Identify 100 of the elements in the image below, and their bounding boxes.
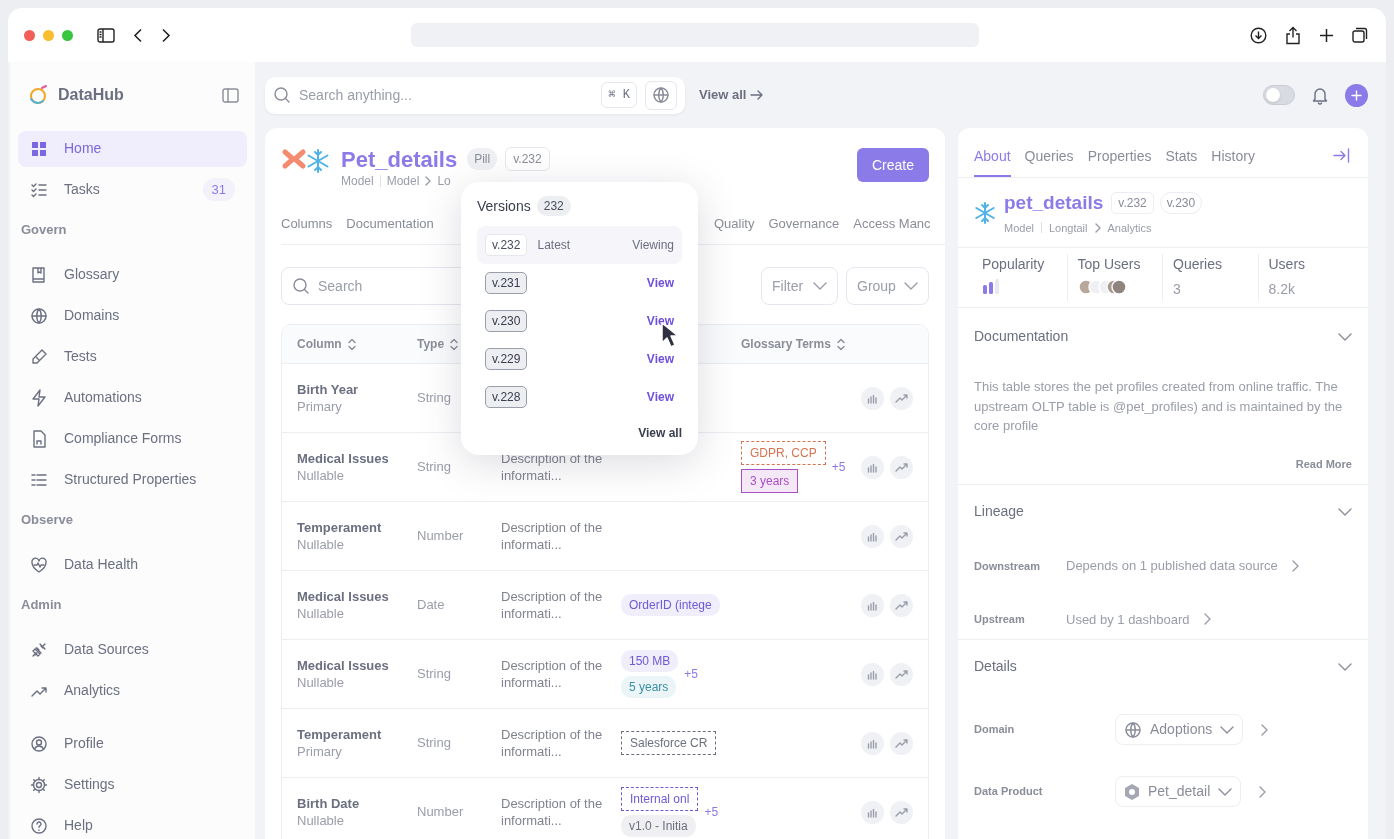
- tabs-overview-icon[interactable]: [1352, 27, 1368, 43]
- breadcrumb-item[interactable]: Model: [341, 172, 374, 190]
- trend-button[interactable]: [890, 593, 913, 617]
- tab[interactable]: Access Manc: [853, 214, 931, 234]
- stats-button[interactable]: [861, 731, 884, 755]
- stats-button[interactable]: [861, 455, 884, 479]
- column-header[interactable]: Column: [297, 335, 417, 353]
- tag[interactable]: GDPR, CCP: [741, 441, 826, 465]
- version-row[interactable]: v.232 Latest Viewing: [477, 226, 682, 264]
- trend-button[interactable]: [890, 731, 913, 755]
- chevron-down-icon[interactable]: [1338, 662, 1352, 671]
- view-all-link[interactable]: View all: [699, 85, 764, 105]
- domain-dropdown[interactable]: Adoptions: [1115, 714, 1244, 745]
- tab[interactable]: About: [974, 146, 1011, 177]
- new-tab-icon[interactable]: [1319, 27, 1334, 43]
- lineage-link[interactable]: Used by 1 dashboard: [1066, 609, 1211, 629]
- chevron-right-icon[interactable]: [1261, 723, 1269, 736]
- breadcrumb-item[interactable]: Analytics: [1107, 219, 1152, 236]
- read-more-link[interactable]: Read More: [1295, 455, 1352, 472]
- sidebar-item[interactable]: Tasks 31: [18, 171, 247, 208]
- view-link[interactable]: View: [646, 388, 674, 406]
- bell-icon[interactable]: [1311, 85, 1329, 105]
- collapse-sidebar-icon[interactable]: [222, 87, 239, 103]
- stats-button[interactable]: [861, 662, 884, 686]
- breadcrumb-item[interactable]: Lo: [437, 172, 451, 190]
- section-title[interactable]: Details: [974, 656, 1017, 677]
- tag[interactable]: v1.0 - Initia: [621, 815, 696, 837]
- forward-icon[interactable]: [161, 27, 171, 43]
- share-icon[interactable]: [1285, 25, 1301, 45]
- stats-button[interactable]: [861, 386, 884, 410]
- tab[interactable]: Columns: [281, 214, 333, 234]
- trend-button[interactable]: [890, 455, 913, 479]
- sidebar-item[interactable]: Profile: [18, 725, 247, 762]
- sidebar-item[interactable]: Domains: [18, 297, 247, 334]
- sidebar-item[interactable]: Help: [18, 807, 247, 839]
- trend-button[interactable]: [890, 524, 913, 548]
- group-dropdown[interactable]: Group: [846, 267, 929, 305]
- search-field[interactable]: Search anything...: [299, 84, 602, 106]
- count-badge: 31: [202, 177, 235, 202]
- tab[interactable]: History: [1211, 146, 1255, 177]
- chevron-right-icon[interactable]: [1259, 785, 1267, 798]
- breadcrumb-item[interactable]: Model: [386, 172, 420, 190]
- bar-chart-icon: [867, 599, 878, 611]
- section-title[interactable]: Lineage: [974, 501, 1024, 522]
- section-title[interactable]: Documentation: [974, 326, 1069, 347]
- collapse-panel-icon[interactable]: [1333, 148, 1350, 163]
- sidebar-item[interactable]: Settings: [18, 766, 247, 803]
- sidebar-item[interactable]: Analytics: [18, 672, 247, 709]
- create-button[interactable]: Create: [856, 148, 929, 182]
- tag[interactable]: 5 years: [621, 676, 677, 698]
- view-link[interactable]: View: [646, 350, 674, 368]
- trend-button[interactable]: [890, 386, 913, 410]
- column-header[interactable]: Glossary Terms: [741, 335, 861, 353]
- tag[interactable]: 150 MB: [621, 650, 679, 672]
- view-all-link[interactable]: View all: [638, 424, 682, 442]
- sidebar-item[interactable]: Structured Properties: [18, 461, 247, 498]
- trend-button[interactable]: [890, 662, 913, 686]
- back-icon[interactable]: [133, 27, 143, 43]
- sidebar-item[interactable]: Tests: [18, 338, 247, 375]
- trend-line-icon: [895, 807, 908, 817]
- stats-button[interactable]: [861, 593, 884, 617]
- chevron-down-icon[interactable]: [1338, 332, 1352, 341]
- tag[interactable]: Internal onl: [621, 787, 699, 811]
- tab[interactable]: Stats: [1165, 146, 1198, 177]
- sidebar-item[interactable]: Automations: [18, 379, 247, 416]
- theme-toggle[interactable]: [1263, 85, 1295, 105]
- download-icon[interactable]: [1250, 26, 1267, 44]
- filter-dropdown[interactable]: Filter: [761, 267, 838, 305]
- more-count[interactable]: +5: [831, 458, 846, 476]
- stats-button[interactable]: [861, 524, 884, 548]
- more-count[interactable]: +5: [704, 803, 719, 821]
- sidebar-item[interactable]: Data Health: [18, 546, 247, 583]
- sidebar-item[interactable]: Compliance Forms: [18, 420, 247, 457]
- tab[interactable]: Properties: [1087, 146, 1152, 177]
- version-row[interactable]: v.228 View: [477, 378, 682, 416]
- heart-pulse-icon: [30, 555, 48, 574]
- more-count[interactable]: +5: [684, 665, 699, 683]
- tab[interactable]: Queries: [1024, 146, 1074, 177]
- tag[interactable]: Salesforce CR: [621, 731, 717, 755]
- data-product-dropdown[interactable]: Pet_detail: [1115, 776, 1242, 807]
- search-bar[interactable]: Search anything... ⌘ K: [265, 76, 685, 114]
- tab[interactable]: Documentation: [346, 214, 434, 234]
- chevron-down-icon[interactable]: [1338, 507, 1352, 516]
- breadcrumb-item[interactable]: Longtail: [1048, 219, 1088, 236]
- lineage-link[interactable]: Depends on 1 published data source: [1066, 556, 1299, 576]
- add-button[interactable]: [1345, 83, 1368, 107]
- sidebar-toggle-icon[interactable]: [97, 27, 115, 43]
- view-link[interactable]: View: [646, 274, 674, 292]
- tag[interactable]: 3 years: [741, 469, 799, 493]
- trend-button[interactable]: [890, 800, 913, 824]
- tab[interactable]: Governance: [768, 214, 840, 234]
- sidebar-item[interactable]: Home: [18, 130, 247, 167]
- breadcrumb-item[interactable]: Model: [1004, 219, 1034, 236]
- view-link[interactable]: View: [646, 312, 674, 330]
- tag[interactable]: OrderID (intege: [621, 594, 720, 616]
- globe-button[interactable]: [645, 80, 677, 110]
- stats-button[interactable]: [861, 800, 884, 824]
- sidebar-item[interactable]: Glossary: [18, 256, 247, 293]
- tab[interactable]: Quality: [714, 214, 755, 234]
- sidebar-item[interactable]: Data Sources: [18, 631, 247, 668]
